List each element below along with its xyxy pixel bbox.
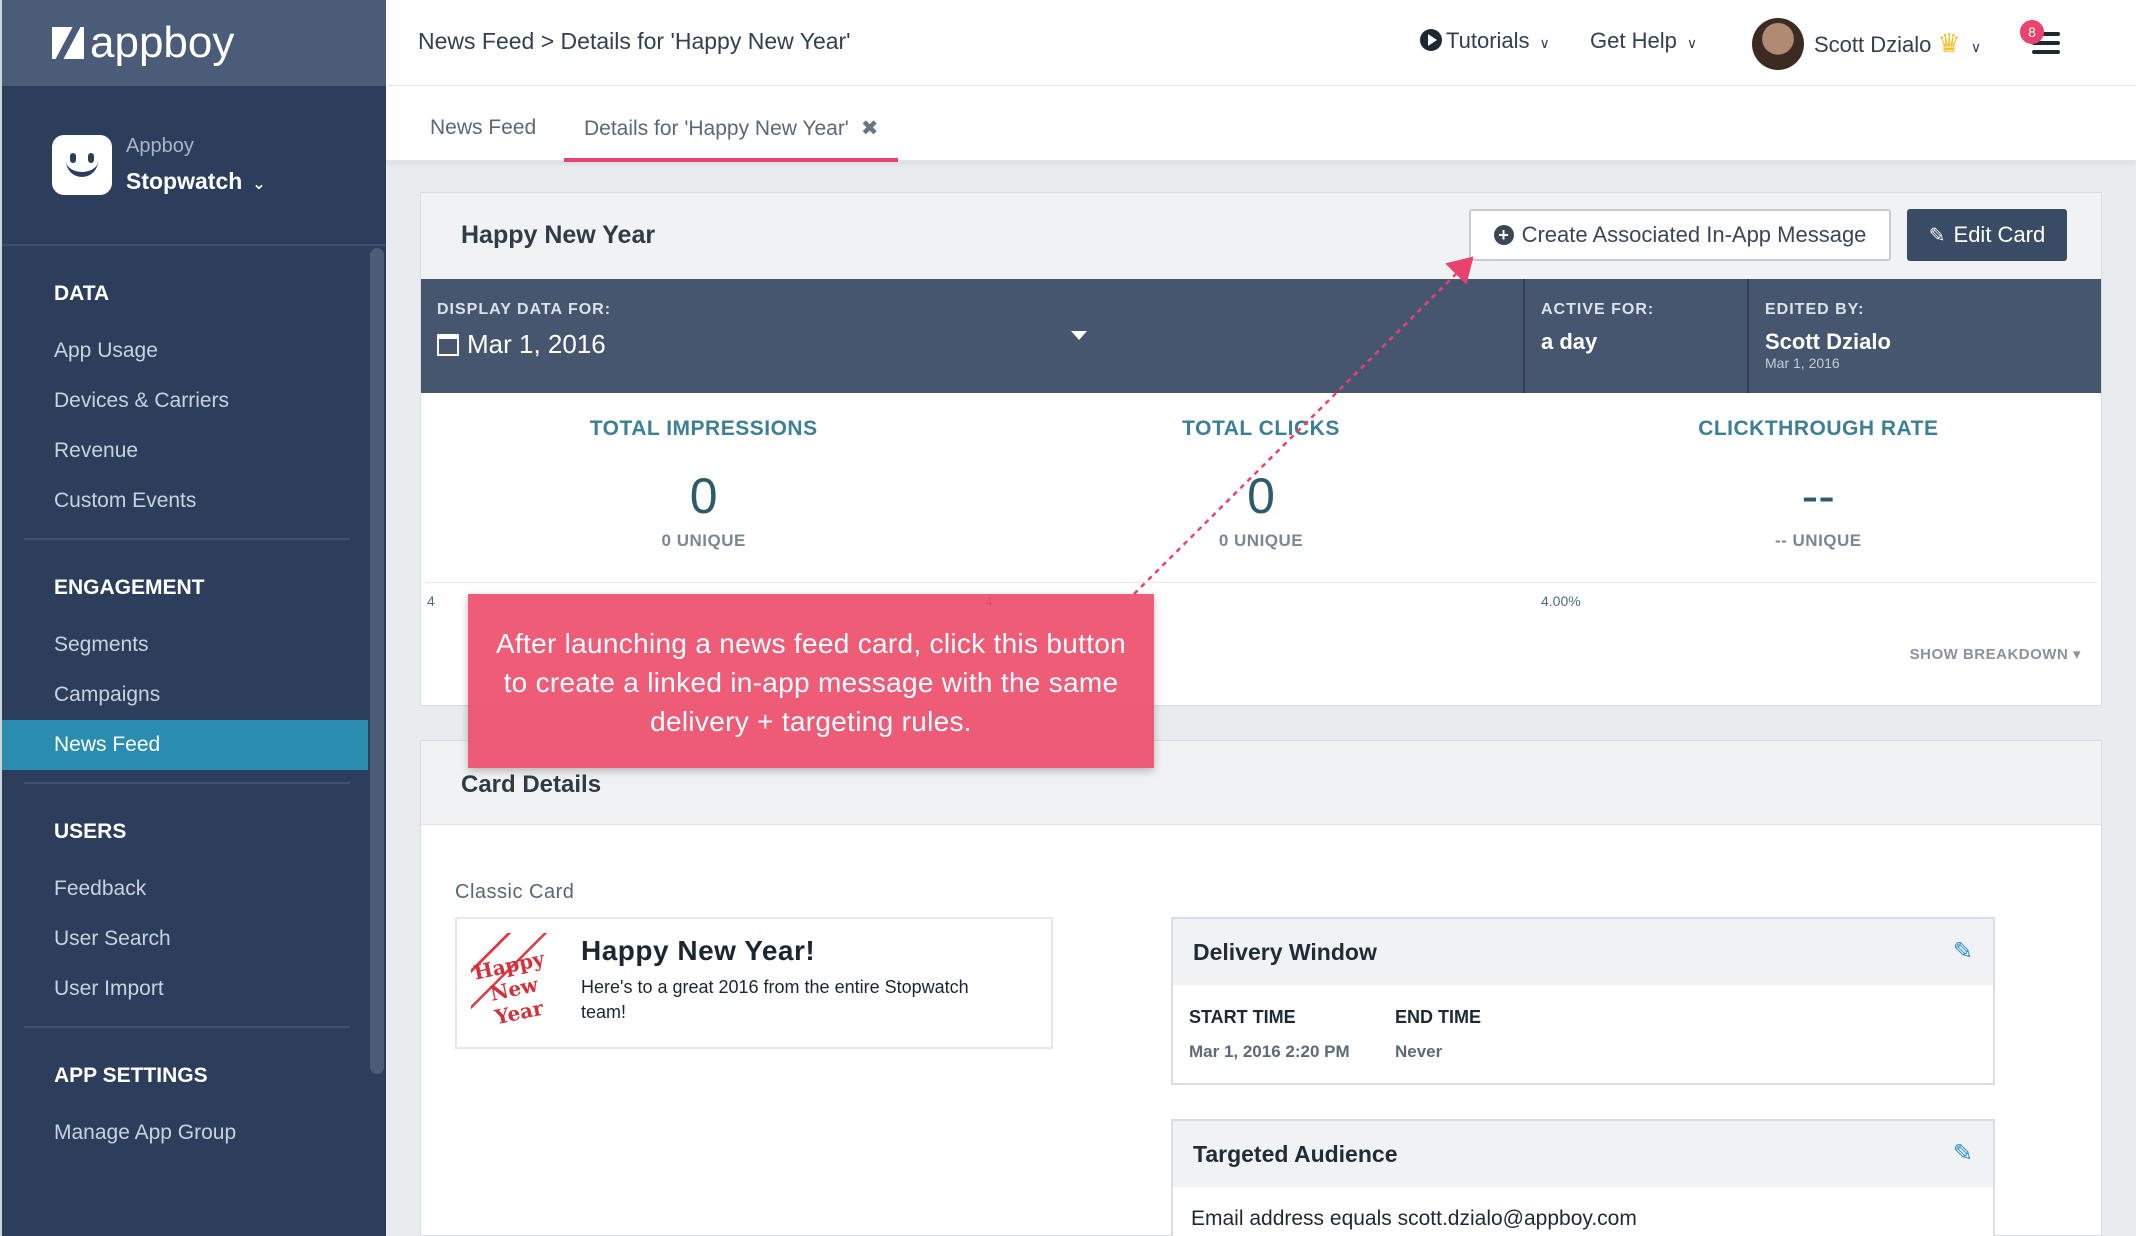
pencil-icon[interactable]: ✎ <box>1953 1139 1973 1168</box>
sidebar-item-segments[interactable]: Segments <box>2 620 368 670</box>
nav-heading-engagement: ENGAGEMENT <box>54 576 205 599</box>
play-icon <box>1420 29 1442 51</box>
sidebar-item-app-usage[interactable]: App Usage <box>2 326 368 376</box>
chevron-down-icon: ∨ <box>1970 39 1982 55</box>
card-title: Happy New Year <box>461 221 656 249</box>
top-bar: News Feed > Details for 'Happy New Year'… <box>386 0 2136 86</box>
caret-down-icon <box>1071 331 1087 340</box>
nav-heading-users: USERS <box>54 820 127 843</box>
app-name: Stopwatch ⌄ <box>126 168 266 194</box>
sidebar: appboy Appboy Stopwatch ⌄ DATA App Usage … <box>0 0 386 1236</box>
news-card-preview: Happy New Year Happy New Year! Here's to… <box>455 917 1053 1049</box>
sidebar-item-user-search[interactable]: User Search <box>2 914 368 964</box>
targeted-audience-panel: Targeted Audience ✎ Email address equals… <box>1171 1119 1995 1236</box>
nav-heading-data: DATA <box>54 282 110 305</box>
sidebar-item-custom-events[interactable]: Custom Events <box>2 476 368 526</box>
sidebar-item-feedback[interactable]: Feedback <box>2 864 368 914</box>
logo-text: appboy <box>90 18 235 67</box>
card-details-title: Card Details <box>461 771 602 798</box>
axis-label: 4 <box>427 593 435 609</box>
pencil-icon: ✎ <box>1928 224 1946 247</box>
calendar-icon <box>437 333 459 356</box>
show-breakdown-link[interactable]: SHOW BREAKDOWN ▾ <box>1910 645 2081 663</box>
audience-rule: Email address equals scott.dzialo@appboy… <box>1191 1207 1637 1230</box>
annotation-callout: After launching a news feed card, click … <box>468 594 1154 768</box>
help-menu[interactable]: Get Help ∨ <box>1590 28 1697 54</box>
sidebar-item-news-feed[interactable]: News Feed <box>2 720 368 770</box>
chevron-down-icon: ⌄ <box>252 176 266 193</box>
app-switcher[interactable]: Appboy Stopwatch ⌄ <box>2 86 386 246</box>
classic-card-label: Classic Card <box>455 881 575 903</box>
date-selector[interactable]: DISPLAY DATA FOR: Mar 1, 2016 <box>421 279 1525 393</box>
nav-heading-app-settings: APP SETTINGS <box>54 1064 208 1087</box>
notification-badge: 8 <box>2020 20 2044 44</box>
app-smiley-icon <box>52 135 112 195</box>
card-meta-strip: DISPLAY DATA FOR: Mar 1, 2016 ACTIVE FOR… <box>421 279 2101 393</box>
edited-by: EDITED BY: Scott Dzialo Mar 1, 2016 <box>1765 301 1891 371</box>
stat-clicks: TOTAL CLICKS 0 0 UNIQUE <box>1182 417 1340 550</box>
sidebar-item-devices-carriers[interactable]: Devices & Carriers <box>2 376 368 426</box>
stat-impressions: TOTAL IMPRESSIONS 0 0 UNIQUE <box>589 417 818 550</box>
sidebar-scrollbar[interactable] <box>370 248 384 1074</box>
sidebar-item-revenue[interactable]: Revenue <box>2 426 368 476</box>
card-details-panel: Card Details Classic Card Happy New Year… <box>420 740 2102 1236</box>
edit-card-button[interactable]: ✎ Edit Card <box>1907 209 2067 261</box>
crown-icon: ♛ <box>1937 28 1961 58</box>
news-card-title: Happy New Year! <box>581 935 816 966</box>
news-card-body: Here's to a great 2016 from the entire S… <box>581 977 969 1022</box>
axis-label: 4.00% <box>1541 593 1581 609</box>
close-tab-icon[interactable]: ✖ <box>861 117 879 140</box>
tab-details-label: Details for 'Happy New Year' <box>584 117 849 140</box>
tab-details[interactable]: Details for 'Happy New Year' ✖ <box>564 116 899 162</box>
end-time: END TIME Never <box>1395 1007 1482 1061</box>
sidebar-item-manage-app-group[interactable]: Manage App Group <box>2 1108 368 1158</box>
avatar[interactable] <box>1752 18 1804 70</box>
targeted-audience-title: Targeted Audience <box>1193 1141 1398 1167</box>
tutorials-menu[interactable]: Tutorials ∨ <box>1420 28 1550 54</box>
active-for: ACTIVE FOR: a day <box>1525 279 1749 393</box>
logo[interactable]: appboy <box>2 0 386 86</box>
appboy-logo-icon <box>52 27 84 59</box>
app-org: Appboy <box>126 135 194 157</box>
sidebar-item-campaigns[interactable]: Campaigns <box>2 670 368 720</box>
plus-circle-icon: + <box>1493 225 1514 245</box>
user-menu[interactable]: Scott Dzialo ♛ ∨ <box>1814 28 1981 59</box>
stat-ctr: CLICKTHROUGH RATE -- -- UNIQUE <box>1698 417 1939 550</box>
delivery-window-panel: Delivery Window ✎ START TIME Mar 1, 2016… <box>1171 917 1995 1085</box>
display-date: Mar 1, 2016 <box>467 329 606 359</box>
chevron-down-icon: ∨ <box>1539 35 1550 51</box>
sidebar-item-user-import[interactable]: User Import <box>2 964 368 1014</box>
pencil-icon[interactable]: ✎ <box>1953 937 1973 966</box>
start-time: START TIME Mar 1, 2016 2:20 PM <box>1189 1007 1350 1061</box>
tab-bar: News Feed Details for 'Happy New Year' ✖ <box>386 86 2136 162</box>
tab-news-feed[interactable]: News Feed <box>430 116 536 140</box>
delivery-window-title: Delivery Window <box>1193 939 1377 965</box>
create-in-app-message-button[interactable]: + Create Associated In-App Message <box>1469 209 1891 261</box>
breadcrumb: News Feed > Details for 'Happy New Year' <box>418 28 851 54</box>
chevron-down-icon: ∨ <box>1686 35 1698 51</box>
stats-row: TOTAL IMPRESSIONS 0 0 UNIQUE TOTAL CLICK… <box>425 393 2097 583</box>
